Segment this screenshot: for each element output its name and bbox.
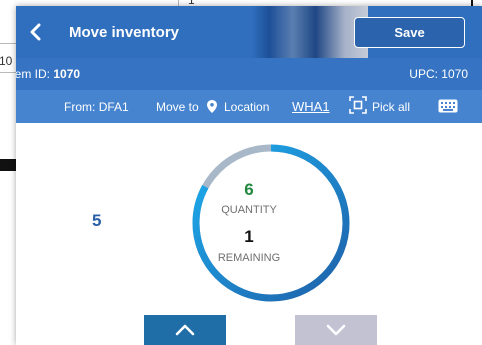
background-bar <box>0 159 16 171</box>
location-row: From: DFA1 Move to Location WHA1 Pick al… <box>16 90 482 123</box>
header-bar: Move inventory Save <box>16 6 482 58</box>
header-gradient-band <box>252 6 368 58</box>
background-text: 10 <box>0 54 13 68</box>
remaining-label: REMAINING <box>217 252 281 264</box>
location-pin-icon <box>207 100 217 113</box>
upc-value: 1070 <box>441 67 468 81</box>
location-label: Location <box>224 100 270 114</box>
quantity-label: QUANTITY <box>221 204 277 216</box>
remaining-value: 1 <box>244 227 254 246</box>
move-to-label: Move to <box>156 100 199 114</box>
counter-panel: 5 6 QUANTITY 1 REMAINING <box>16 123 482 345</box>
page-title: Move inventory <box>69 24 180 41</box>
item-id-value: 1070 <box>53 67 81 81</box>
upc-label: UPC: <box>409 67 438 81</box>
background-divider <box>0 43 16 44</box>
chevron-up-icon <box>175 324 195 336</box>
keyboard-icon[interactable] <box>438 99 458 113</box>
chevron-down-icon <box>326 324 346 336</box>
back-button[interactable] <box>22 18 50 46</box>
save-button[interactable]: Save <box>354 17 465 48</box>
progress-ring <box>192 144 350 302</box>
move-inventory-dialog: Move inventory Save Item ID: 1070 UPC: 1… <box>16 6 482 345</box>
quantity-value: 6 <box>244 180 254 199</box>
location-value[interactable]: WHA1 <box>292 99 330 114</box>
increase-button[interactable] <box>144 315 226 345</box>
pick-all-button[interactable]: Pick all <box>372 100 410 114</box>
from-label: From: <box>64 100 96 114</box>
item-info-row: Item ID: 1070 UPC: 1070 <box>16 58 482 90</box>
chevron-left-icon <box>30 23 41 41</box>
from-location: From: DFA1 <box>64 100 129 114</box>
item-id-label: Item ID: <box>16 67 51 81</box>
upc: UPC: 1070 <box>409 67 468 81</box>
background-divider <box>0 72 16 73</box>
item-id: Item ID: 1070 <box>16 67 80 81</box>
decrease-button[interactable] <box>295 315 377 345</box>
from-value: DFA1 <box>98 100 129 114</box>
scan-icon[interactable] <box>349 96 367 114</box>
